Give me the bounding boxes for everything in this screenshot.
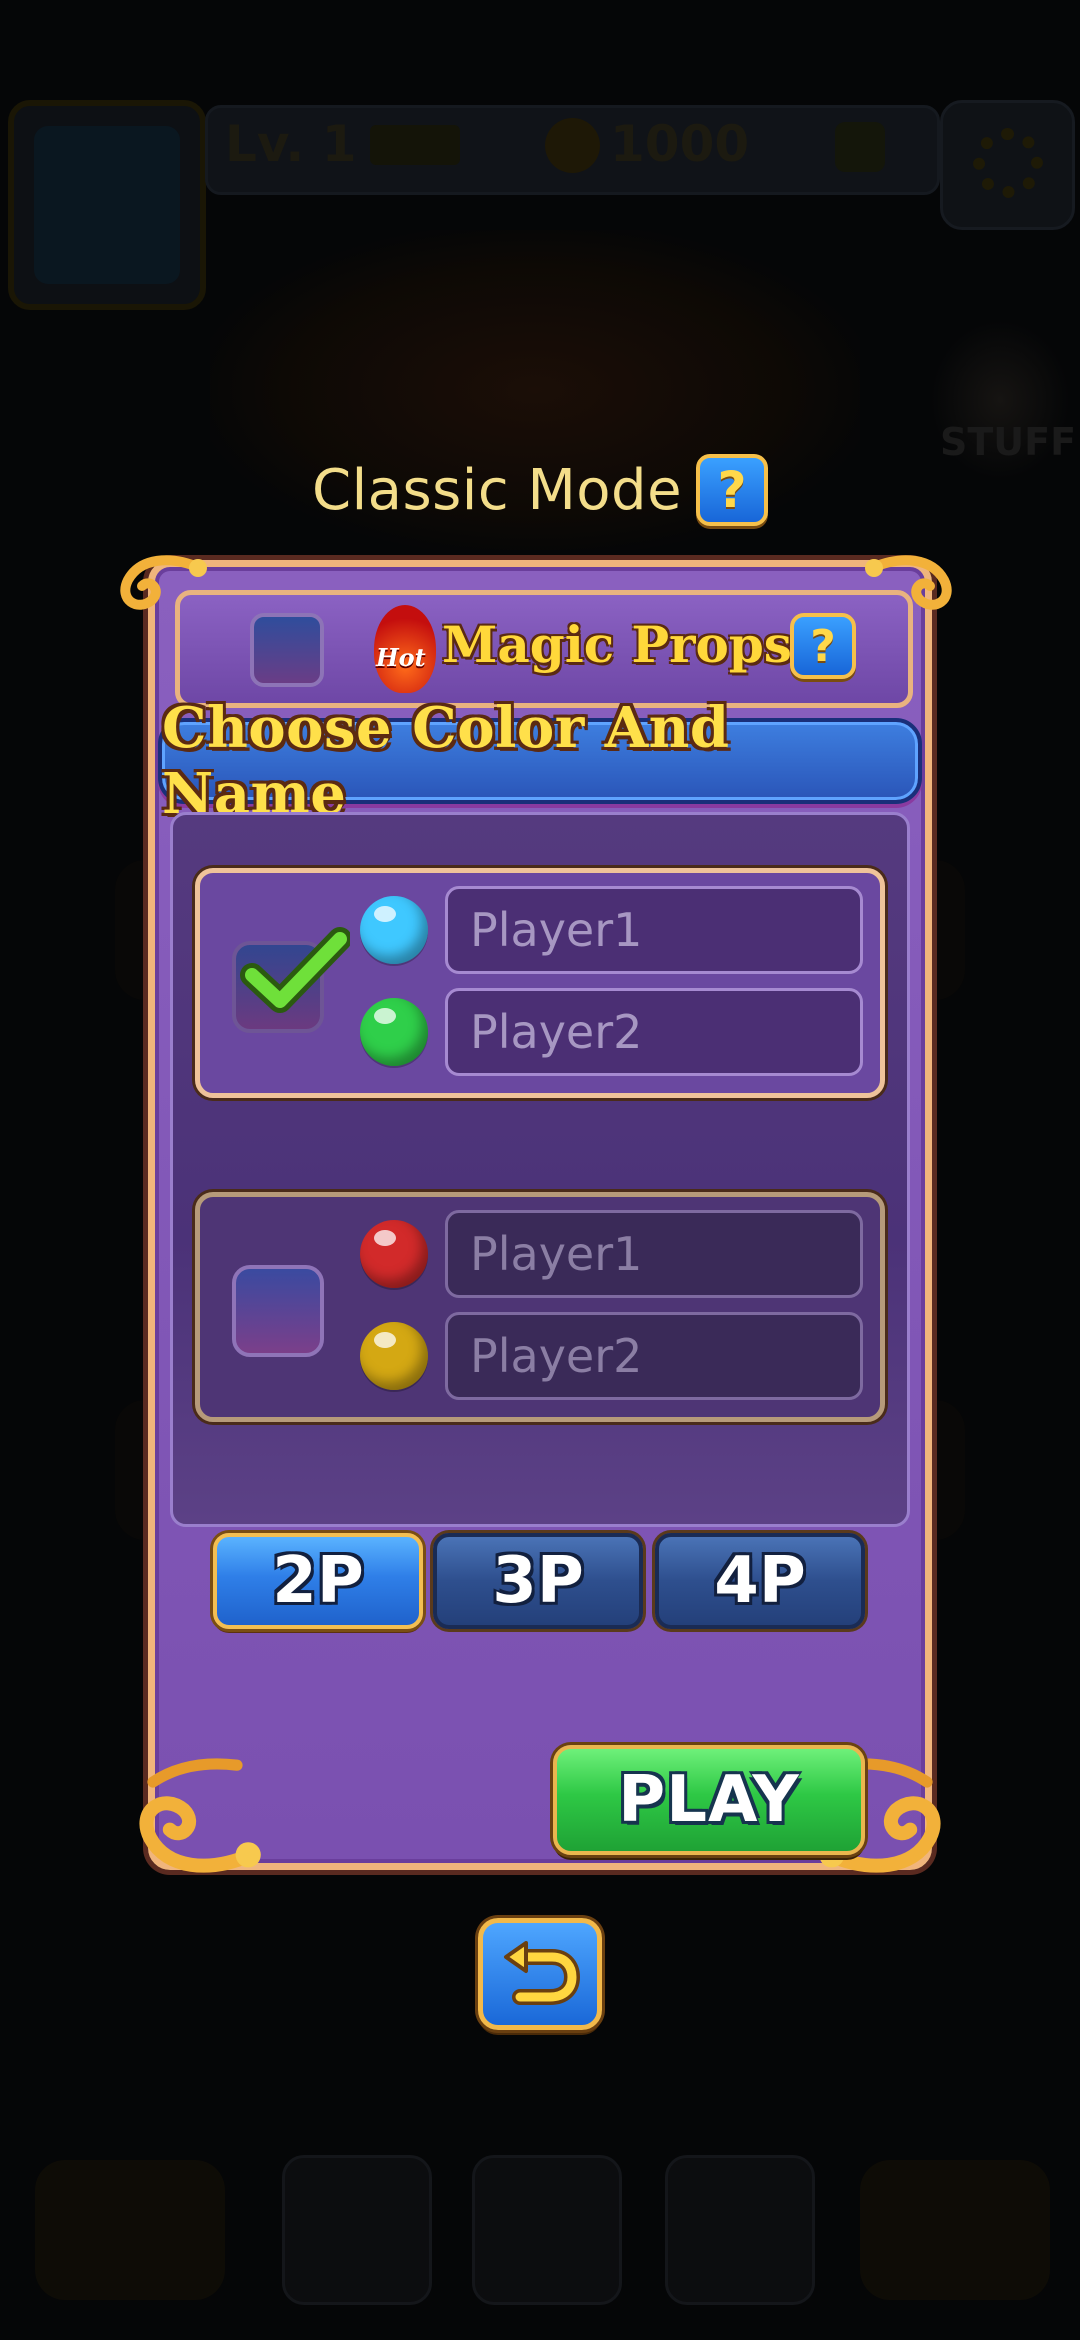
corner-ornament-icon: [125, 1740, 265, 1880]
hot-badge: Hot: [376, 643, 426, 672]
coin-count: 1000: [610, 115, 750, 173]
player-name-input[interactable]: Player1: [445, 1210, 863, 1298]
nav-button: [472, 2155, 622, 2305]
level-text: Lv. 1: [225, 115, 357, 173]
player-count-4p-button[interactable]: 4P: [655, 1533, 865, 1629]
add-coins-icon: [835, 122, 885, 172]
team-option-2[interactable]: Player1 Player2: [195, 1192, 885, 1422]
settings-button: [940, 100, 1075, 230]
game-screen: Lv. 1 1000 STUFF Classic Mode ? Hot Magi…: [0, 0, 1080, 2340]
back-button[interactable]: [478, 1918, 602, 2030]
mode-help-button[interactable]: ?: [696, 454, 769, 526]
bottom-nav: [0, 2140, 1080, 2340]
green-ball-icon: [360, 998, 428, 1066]
magic-props-label: Magic Props: [442, 615, 792, 674]
coin-icon: [545, 118, 600, 173]
player-count-selector: 2P 3P 4P: [213, 1533, 868, 1633]
magic-props-checkbox[interactable]: [250, 613, 324, 687]
free-coins-icon: [860, 2160, 1050, 2300]
coin-slot-icon: [35, 2160, 225, 2300]
avatar: [8, 100, 206, 310]
play-button[interactable]: PLAY: [553, 1745, 865, 1855]
gear-icon: [973, 128, 1043, 198]
nav-button: [282, 2155, 432, 2305]
undo-arrow-icon: [504, 1941, 580, 2005]
magic-props-bar: Hot Magic Props ?: [175, 590, 913, 708]
flag-icon: [370, 125, 460, 165]
player-name-input[interactable]: Player2: [445, 1312, 863, 1400]
choose-color-title: Choose Color And Name: [162, 695, 730, 827]
nav-button: [665, 2155, 815, 2305]
mode-title-row: Classic Mode ?: [0, 454, 1080, 526]
player-count-3p-button[interactable]: 3P: [433, 1533, 643, 1629]
team-2-checkbox[interactable]: [232, 1265, 324, 1357]
player-count-2p-button[interactable]: 2P: [213, 1533, 423, 1629]
team-1-checkbox[interactable]: [232, 927, 350, 1033]
choose-color-banner: Choose Color And Name: [158, 695, 922, 827]
checkmark-icon: [240, 927, 350, 1013]
red-ball-icon: [360, 1220, 428, 1288]
player-name-input[interactable]: Player1: [445, 886, 863, 974]
blue-ball-icon: [360, 896, 428, 964]
yellow-ball-icon: [360, 1322, 428, 1390]
mode-title: Classic Mode: [311, 457, 683, 523]
player-name-input[interactable]: Player2: [445, 988, 863, 1076]
magic-props-help-button[interactable]: ?: [790, 613, 856, 679]
hot-flame-icon: Hot: [370, 605, 440, 695]
team-option-1[interactable]: Player1 Player2: [195, 868, 885, 1098]
